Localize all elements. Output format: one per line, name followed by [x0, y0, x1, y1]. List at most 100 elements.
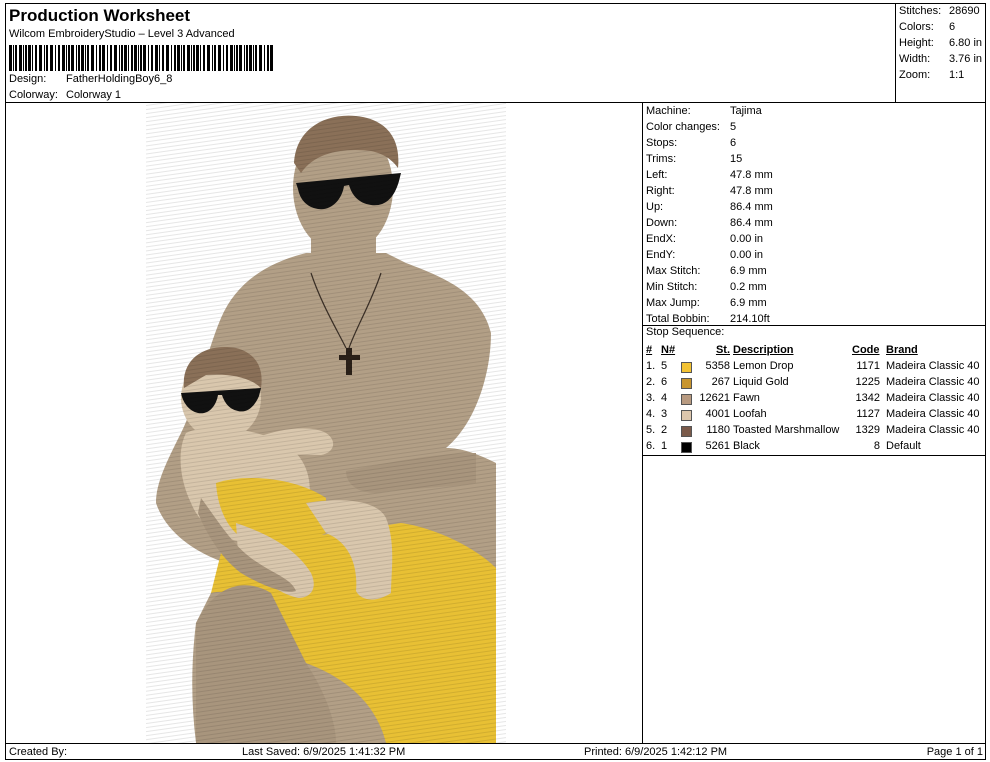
stat-zoom: Zoom: 1:1: [899, 69, 964, 81]
info-trims: Trims: 15: [646, 153, 742, 165]
design-preview: [6, 103, 643, 743]
barcode-bar: [119, 45, 120, 71]
info-value: 6.9 mm: [730, 297, 767, 309]
row-code: 1171: [856, 360, 880, 372]
info-down: Down: 86.4 mm: [646, 217, 773, 229]
row-brand: Madeira Classic 40: [886, 392, 980, 404]
info-label: Trims:: [646, 153, 677, 165]
info-left: Left: 47.8 mm: [646, 169, 773, 181]
barcode-bar: [81, 45, 84, 71]
row-needle: 1: [661, 440, 668, 452]
barcode-bar: [55, 45, 56, 71]
barcode-bar: [58, 45, 60, 71]
barcode-bar: [171, 45, 172, 71]
barcode-bar: [218, 45, 221, 71]
row-brand: Madeira Classic 40: [886, 360, 980, 372]
colorway-label: Colorway:: [9, 89, 58, 101]
info-machine: Machine: Tajima: [646, 105, 762, 117]
barcode-bar: [121, 45, 123, 71]
barcode-bar: [226, 45, 228, 71]
table-row: 3. 4 12621 Fawn 1342 Madeira Classic 40: [643, 392, 986, 407]
col-brand: Brand: [886, 344, 918, 356]
info-label: Left:: [646, 169, 668, 181]
row-brand: Default: [886, 440, 921, 452]
row-description: Black: [733, 440, 760, 452]
row-stitches: 12621: [699, 392, 730, 404]
barcode-bar: [13, 45, 14, 71]
row-num: 2.: [646, 376, 656, 388]
row-code: 8: [873, 440, 880, 452]
page-title: Production Worksheet: [9, 6, 191, 25]
design-stats: Stitches: 28690 Colors: 6 Height: 6.80 in W…: [895, 4, 986, 103]
page-number: Page 1 of 1: [926, 746, 983, 758]
stat-label: Zoom:: [899, 69, 931, 81]
row-num: 4.: [646, 408, 656, 420]
barcode-bar: [35, 45, 37, 71]
stat-colors: Colors: 6: [899, 21, 955, 33]
info-label: Max Jump:: [646, 297, 700, 309]
barcode-bar: [32, 45, 33, 71]
col-code: Code: [852, 344, 880, 356]
stat-value: 6.80 in: [949, 37, 983, 49]
barcode-bar: [143, 45, 146, 71]
color-swatch: [681, 442, 692, 453]
barcode-bar: [138, 45, 139, 71]
barcode-bar: [239, 45, 242, 71]
barcode-bar: [203, 45, 205, 71]
barcode-bar: [151, 45, 153, 71]
row-num: 3.: [646, 392, 656, 404]
row-stitches: 4001: [705, 408, 730, 420]
stat-label: Colors:: [899, 21, 934, 33]
barcode-bar: [264, 45, 265, 71]
barcode-bar: [107, 45, 108, 71]
created-by: Created By:: [9, 746, 68, 758]
stat-label: Stitches:: [899, 5, 942, 17]
barcode-bar: [207, 45, 210, 71]
info-label: EndX:: [646, 233, 676, 245]
barcode-bar: [68, 45, 70, 71]
row-code: 1225: [855, 376, 880, 388]
row-num: 5.: [646, 424, 656, 436]
barcode-bar: [39, 45, 42, 71]
info-max-stitch: Max Stitch: 6.9 mm: [646, 265, 767, 277]
printed-date: Printed: 6/9/2025 1:42:12 PM: [584, 746, 728, 758]
barcode-bar: [155, 45, 158, 71]
barcode-bar: [23, 45, 24, 71]
row-description: Loofah: [733, 408, 767, 420]
barcode-bar: [177, 45, 180, 71]
barcode-bar: [249, 45, 252, 71]
stat-value: 1:1: [949, 69, 965, 81]
row-needle: 4: [661, 392, 668, 404]
row-code: 1329: [855, 424, 880, 436]
barcode-bar: [99, 45, 101, 71]
barcode-bar: [128, 45, 129, 71]
row-code: 1127: [856, 408, 880, 420]
row-code: 1342: [855, 392, 880, 404]
row-stitches: 5261: [705, 440, 730, 452]
barcode-bar: [159, 45, 160, 71]
info-value: 6: [730, 137, 737, 149]
last-saved: Last Saved: 6/9/2025 1:41:32 PM: [242, 746, 406, 758]
worksheet-header: Production Worksheet Wilcom EmbroiderySt…: [6, 4, 895, 103]
info-label: Total Bobbin:: [646, 313, 710, 325]
color-swatch: [681, 362, 692, 373]
barcode-bar: [236, 45, 238, 71]
barcode-bar: [187, 45, 190, 71]
barcode-bar: [244, 45, 245, 71]
barcode-bar: [259, 45, 262, 71]
software-name: Wilcom EmbroideryStudio – Level 3 Advanc…: [9, 28, 235, 40]
barcode-bar: [19, 45, 22, 71]
barcode-bar: [91, 45, 94, 71]
barcode-bar: [9, 45, 12, 71]
barcode-bar: [66, 45, 67, 71]
table-row: 2. 6 267 Liquid Gold 1225 Madeira Classi…: [643, 376, 986, 391]
row-needle: 3: [661, 408, 668, 420]
barcode-bar: [270, 45, 273, 71]
barcode-bar: [191, 45, 192, 71]
barcode-bar: [114, 45, 117, 71]
barcode-bar: [50, 45, 53, 71]
barcode-bar: [174, 45, 176, 71]
barcode-bar: [85, 45, 86, 71]
info-endx: EndX: 0.00 in: [646, 233, 763, 245]
barcode-bar: [183, 45, 185, 71]
